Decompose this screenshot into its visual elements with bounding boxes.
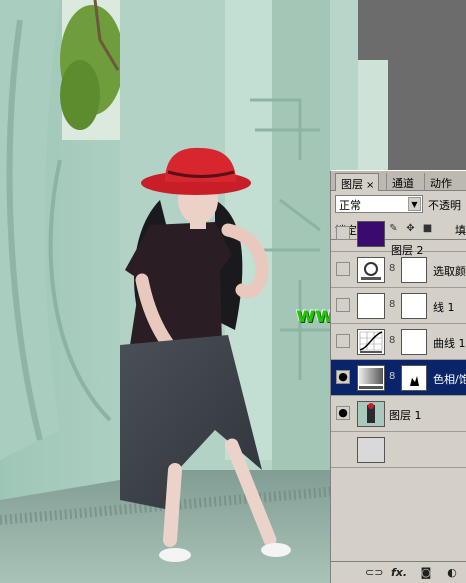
chevron-down-icon: ▼ <box>408 197 421 211</box>
opacity-label: 不透明 <box>428 199 461 212</box>
blend-mode-select[interactable]: 正常 ▼ <box>335 195 423 213</box>
layer-row[interactable]: 图层 2 <box>331 216 466 257</box>
tab-channels[interactable]: 通道 <box>386 173 418 191</box>
eye-icon[interactable]: ● <box>336 370 350 384</box>
layer-name: 线 1 <box>433 301 455 314</box>
link-icon: 8 <box>389 335 396 346</box>
tab-actions[interactable]: 动作 <box>424 173 456 191</box>
close-icon[interactable]: × <box>366 180 374 191</box>
layer-mask-thumbnail[interactable] <box>401 257 427 283</box>
layer-list: 图层 2 8 选取颜 8 线 1 8 曲线 1 ● 8 色相/ ● 图层 1 <box>331 221 466 559</box>
eye-icon[interactable]: ● <box>336 406 350 420</box>
visibility-toggle[interactable] <box>336 298 350 312</box>
layer-row[interactable] <box>331 432 466 468</box>
curves-icon <box>357 293 385 319</box>
visibility-toggle[interactable] <box>336 226 350 240</box>
curves-icon <box>357 329 385 355</box>
visibility-toggle[interactable] <box>336 262 350 276</box>
layer-mask-thumbnail[interactable] <box>401 365 427 391</box>
layer-row[interactable]: 8 线 1 <box>331 288 466 324</box>
selective-color-icon <box>357 257 385 283</box>
blend-mode-value: 正常 <box>339 199 361 212</box>
mask-icon[interactable]: ◙ <box>419 566 433 580</box>
layer-mask-thumbnail[interactable] <box>401 293 427 319</box>
layer-name: 选取颜 <box>433 265 466 278</box>
tab-layers[interactable]: 图层 × <box>335 173 380 191</box>
layer-row[interactable]: 8 选取颜 <box>331 252 466 288</box>
link-icon: 8 <box>389 299 396 310</box>
layer-name: 色相/饱 <box>433 373 466 386</box>
photo-thumbnail <box>357 401 385 427</box>
hue-saturation-icon <box>357 365 385 391</box>
blend-row: 正常 ▼ 不透明 <box>331 193 466 217</box>
layer-thumbnail <box>357 221 385 247</box>
panel-tab-bar: 图层 × 通道 动作 <box>331 171 466 191</box>
layer-row-selected[interactable]: ● 8 色相/饱 <box>331 360 466 396</box>
link-icon: 8 <box>389 371 396 382</box>
fx-icon[interactable]: fx. <box>391 566 407 580</box>
layer-thumbnail <box>357 437 385 463</box>
link-icon: 8 <box>389 263 396 274</box>
panel-footer: ⊂⊃ fx. ◙ ◐ <box>331 561 466 583</box>
visibility-toggle[interactable] <box>336 334 350 348</box>
layer-name: 曲线 1 <box>433 337 466 350</box>
tab-layers-label: 图层 <box>341 178 363 191</box>
layer-row[interactable]: ● 图层 1 <box>331 396 466 432</box>
layer-row[interactable]: 8 曲线 1 <box>331 324 466 360</box>
layer-name: 图层 1 <box>389 409 422 422</box>
link-icon[interactable]: ⊂⊃ <box>365 566 383 580</box>
adjustment-icon[interactable]: ◐ <box>445 566 459 580</box>
layer-mask-thumbnail[interactable] <box>401 329 427 355</box>
layers-panel: 图层× 通道 动作 正常 ▼ 不透明 锁定: ✎ ✥ ■ 填 图层 2 <box>330 170 466 583</box>
